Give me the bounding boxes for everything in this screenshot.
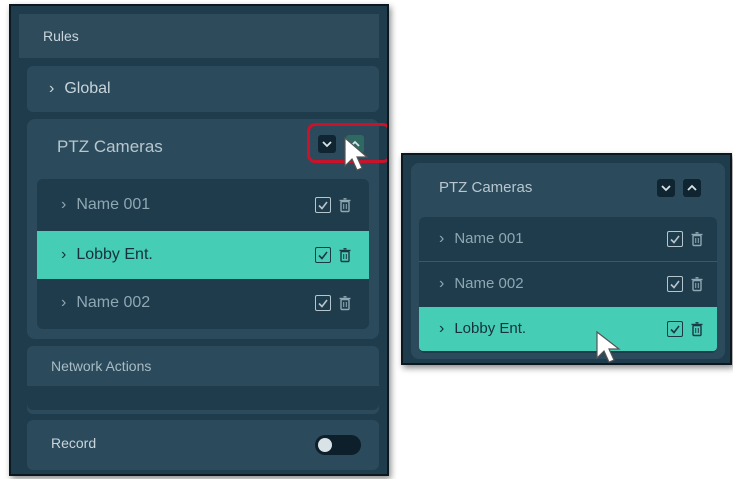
trash-icon[interactable] xyxy=(339,197,351,213)
camera-row-name-001[interactable]: › Name 001 xyxy=(37,181,369,229)
network-actions-label: Network Actions xyxy=(51,358,152,374)
global-label: Global xyxy=(64,80,111,97)
record-section: Record xyxy=(27,420,379,470)
rules-panel: Rules › Global PTZ Cameras › Name 001 › … xyxy=(9,4,389,476)
camera-name: Name 001 xyxy=(76,196,151,213)
chevron-up-icon xyxy=(687,184,697,191)
mouse-cursor-icon xyxy=(596,330,621,363)
checkbox-icon[interactable] xyxy=(315,295,331,311)
chevron-right-icon: › xyxy=(61,246,67,263)
chevron-down-icon xyxy=(661,185,671,192)
chevron-right-icon: › xyxy=(439,320,445,337)
camera-row-name-002[interactable]: › Name 002 xyxy=(419,262,717,306)
checkbox-icon[interactable] xyxy=(667,231,683,247)
ptz-cameras-section: PTZ Cameras › Name 001 › Name 002 › Lobb… xyxy=(411,163,725,359)
ptz-cameras-title: PTZ Cameras xyxy=(439,179,533,196)
ptz-camera-list: › Name 001 › Name 002 › Lobby Ent. xyxy=(419,217,717,353)
checkbox-icon[interactable] xyxy=(315,247,331,263)
camera-name: Name 002 xyxy=(76,294,151,311)
network-actions-body xyxy=(27,386,379,410)
network-actions-section[interactable]: Network Actions xyxy=(27,346,379,414)
trash-icon[interactable] xyxy=(339,295,351,311)
camera-row-lobby-ent[interactable]: › Lobby Ent. xyxy=(37,231,369,279)
chevron-right-icon: › xyxy=(61,196,67,213)
toggle-knob xyxy=(318,438,332,452)
record-toggle[interactable] xyxy=(315,435,361,455)
camera-name: Lobby Ent. xyxy=(454,320,527,337)
checkbox-icon[interactable] xyxy=(315,197,331,213)
expand-button[interactable] xyxy=(683,179,701,197)
mouse-cursor-icon xyxy=(344,136,369,171)
camera-row-lobby-ent[interactable]: › Lobby Ent. xyxy=(419,307,717,351)
camera-name: Name 002 xyxy=(454,275,524,292)
record-label: Record xyxy=(51,435,97,451)
chevron-right-icon: › xyxy=(61,294,67,311)
ptz-cameras-panel: PTZ Cameras › Name 001 › Name 002 › Lobb… xyxy=(401,153,732,365)
camera-name: Lobby Ent. xyxy=(76,246,153,263)
rules-header: Rules xyxy=(19,14,379,58)
ptz-cameras-title: PTZ Cameras xyxy=(57,137,163,156)
trash-icon[interactable] xyxy=(339,247,351,263)
trash-icon[interactable] xyxy=(691,321,703,337)
global-section[interactable]: › Global xyxy=(27,66,379,112)
trash-icon[interactable] xyxy=(691,276,703,292)
chevron-down-icon xyxy=(322,141,332,148)
collapse-button[interactable] xyxy=(657,179,675,197)
checkbox-icon[interactable] xyxy=(667,321,683,337)
chevron-right-icon: › xyxy=(439,275,445,292)
trash-icon[interactable] xyxy=(691,231,703,247)
camera-row-name-001[interactable]: › Name 001 xyxy=(419,217,717,261)
chevron-right-icon: › xyxy=(49,80,55,97)
ptz-cameras-section: PTZ Cameras › Name 001 › Lobby Ent. › Na… xyxy=(27,119,387,339)
checkbox-icon[interactable] xyxy=(667,276,683,292)
camera-name: Name 001 xyxy=(454,230,524,247)
collapse-button[interactable] xyxy=(318,135,336,153)
camera-row-name-002[interactable]: › Name 002 xyxy=(37,279,369,327)
ptz-camera-list: › Name 001 › Lobby Ent. › Name 002 xyxy=(37,179,369,329)
chevron-right-icon: › xyxy=(439,230,445,247)
